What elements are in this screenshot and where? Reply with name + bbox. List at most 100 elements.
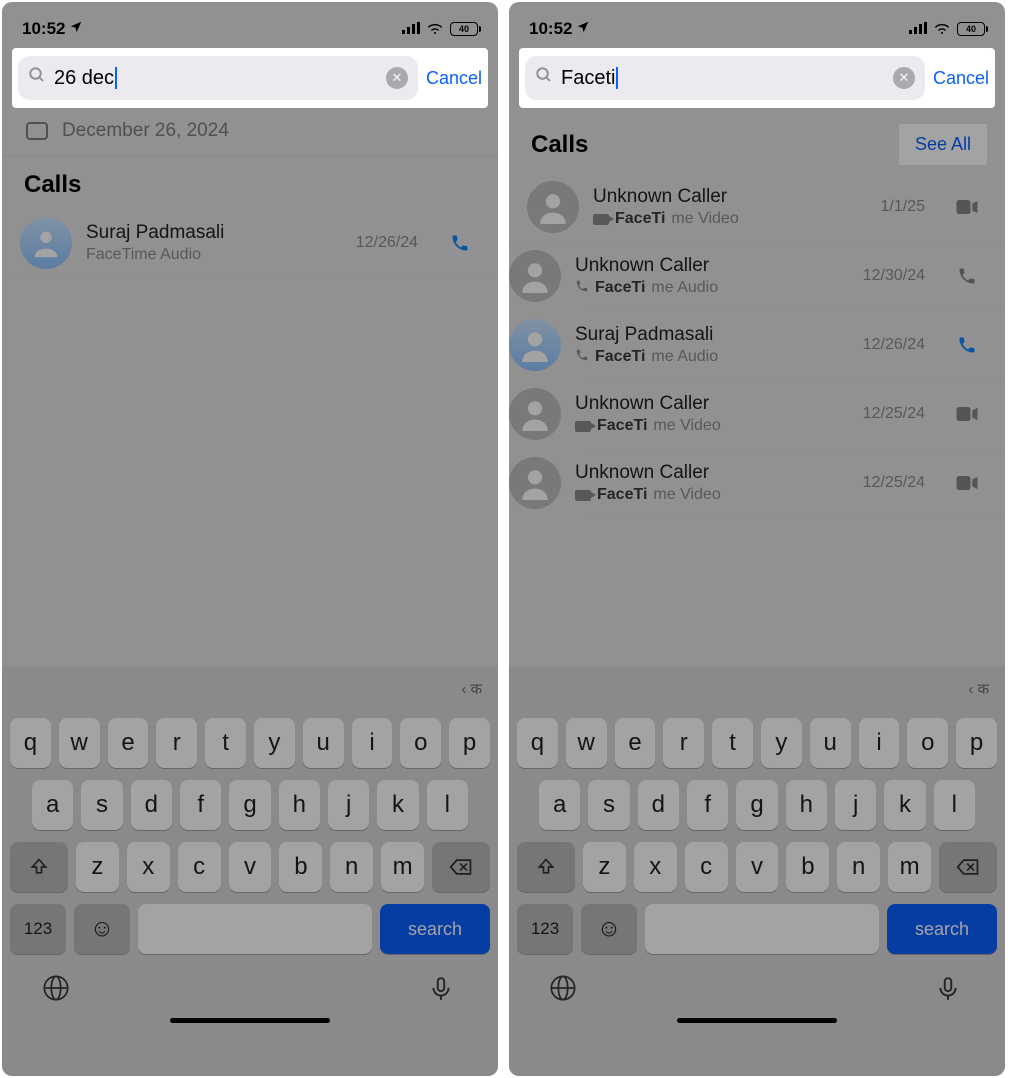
- key-w[interactable]: w: [566, 718, 607, 768]
- key-x[interactable]: x: [634, 842, 677, 892]
- key-f[interactable]: f: [180, 780, 221, 830]
- search-input[interactable]: 26 dec: [54, 67, 378, 90]
- key-x[interactable]: x: [127, 842, 170, 892]
- mic-icon[interactable]: [428, 974, 458, 1004]
- key-g[interactable]: g: [229, 780, 270, 830]
- key-e[interactable]: e: [108, 718, 149, 768]
- key-c[interactable]: c: [685, 842, 728, 892]
- key-w[interactable]: w: [59, 718, 100, 768]
- search-input[interactable]: Faceti: [561, 67, 885, 90]
- key-p[interactable]: p: [449, 718, 490, 768]
- call-action-phone[interactable]: [438, 221, 482, 265]
- numbers-key[interactable]: 123: [10, 904, 66, 954]
- key-u[interactable]: u: [303, 718, 344, 768]
- key-i[interactable]: i: [352, 718, 393, 768]
- numbers-key[interactable]: 123: [517, 904, 573, 954]
- key-o[interactable]: o: [400, 718, 441, 768]
- call-row[interactable]: Unknown CallerFaceTime Video1/1/25: [509, 173, 1005, 242]
- call-row[interactable]: Suraj Padmasali>FaceTime Audio12/26/24: [585, 311, 1005, 380]
- key-u[interactable]: u: [810, 718, 851, 768]
- call-row[interactable]: Unknown CallerFaceTime Video12/25/24: [585, 449, 1005, 518]
- key-y[interactable]: y: [254, 718, 295, 768]
- shift-key[interactable]: [10, 842, 68, 892]
- keyboard-hint[interactable]: ‹ क: [509, 666, 1005, 712]
- key-z[interactable]: z: [76, 842, 119, 892]
- home-indicator[interactable]: [170, 1018, 330, 1023]
- key-t[interactable]: t: [712, 718, 753, 768]
- key-q[interactable]: q: [517, 718, 558, 768]
- key-g[interactable]: g: [736, 780, 777, 830]
- key-f[interactable]: f: [687, 780, 728, 830]
- search-key[interactable]: search: [887, 904, 997, 954]
- date-suggestion-row[interactable]: December 26, 2024: [2, 110, 498, 157]
- call-action-video[interactable]: [945, 185, 989, 229]
- search-input-container[interactable]: 26 dec ✕: [18, 56, 418, 100]
- key-p[interactable]: p: [956, 718, 997, 768]
- call-row[interactable]: Suraj Padmasali FaceTime Audio 12/26/24: [2, 207, 498, 280]
- call-date: 12/25/24: [863, 405, 925, 423]
- calls-title: Calls: [531, 131, 588, 159]
- key-a[interactable]: a: [539, 780, 580, 830]
- key-e[interactable]: e: [615, 718, 656, 768]
- backspace-key[interactable]: [432, 842, 490, 892]
- key-q[interactable]: q: [10, 718, 51, 768]
- key-b[interactable]: b: [786, 842, 829, 892]
- clear-search-icon[interactable]: ✕: [386, 67, 408, 89]
- space-key[interactable]: [138, 904, 372, 954]
- call-row[interactable]: Unknown Caller>FaceTime Audio12/30/24: [585, 242, 1005, 311]
- key-s[interactable]: s: [81, 780, 122, 830]
- key-m[interactable]: m: [888, 842, 931, 892]
- see-all-button[interactable]: See All: [899, 124, 987, 165]
- key-d[interactable]: d: [131, 780, 172, 830]
- key-l[interactable]: l: [427, 780, 468, 830]
- call-action-video[interactable]: [945, 392, 989, 436]
- key-h[interactable]: h: [786, 780, 827, 830]
- key-k[interactable]: k: [377, 780, 418, 830]
- mic-icon[interactable]: [935, 974, 965, 1004]
- home-indicator[interactable]: [677, 1018, 837, 1023]
- key-i[interactable]: i: [859, 718, 900, 768]
- call-action-phone[interactable]: [945, 323, 989, 367]
- key-r[interactable]: r: [663, 718, 704, 768]
- call-date: 12/26/24: [356, 234, 418, 252]
- space-key[interactable]: [645, 904, 879, 954]
- call-action-phone[interactable]: [945, 254, 989, 298]
- key-d[interactable]: d: [638, 780, 679, 830]
- calls-header: Calls See All: [509, 110, 1005, 173]
- key-v[interactable]: v: [736, 842, 779, 892]
- cancel-button[interactable]: Cancel: [933, 68, 989, 89]
- location-icon: [69, 19, 83, 39]
- globe-icon[interactable]: [42, 974, 72, 1004]
- globe-icon[interactable]: [549, 974, 579, 1004]
- cancel-button[interactable]: Cancel: [426, 68, 482, 89]
- shift-key[interactable]: [517, 842, 575, 892]
- keyboard-hint[interactable]: ‹ क: [2, 666, 498, 712]
- key-s[interactable]: s: [588, 780, 629, 830]
- key-n[interactable]: n: [837, 842, 880, 892]
- clear-search-icon[interactable]: ✕: [893, 67, 915, 89]
- key-l[interactable]: l: [934, 780, 975, 830]
- key-o[interactable]: o: [907, 718, 948, 768]
- key-t[interactable]: t: [205, 718, 246, 768]
- emoji-key[interactable]: ☺: [74, 904, 130, 954]
- call-row[interactable]: Unknown CallerFaceTime Video12/25/24: [585, 380, 1005, 449]
- key-v[interactable]: v: [229, 842, 272, 892]
- key-c[interactable]: c: [178, 842, 221, 892]
- key-h[interactable]: h: [279, 780, 320, 830]
- key-z[interactable]: z: [583, 842, 626, 892]
- search-key[interactable]: search: [380, 904, 490, 954]
- call-action-video[interactable]: [945, 461, 989, 505]
- key-j[interactable]: j: [835, 780, 876, 830]
- status-time: 10:52: [529, 19, 572, 39]
- key-m[interactable]: m: [381, 842, 424, 892]
- key-r[interactable]: r: [156, 718, 197, 768]
- key-n[interactable]: n: [330, 842, 373, 892]
- search-input-container[interactable]: Faceti ✕: [525, 56, 925, 100]
- key-j[interactable]: j: [328, 780, 369, 830]
- key-k[interactable]: k: [884, 780, 925, 830]
- key-y[interactable]: y: [761, 718, 802, 768]
- emoji-key[interactable]: ☺: [581, 904, 637, 954]
- key-a[interactable]: a: [32, 780, 73, 830]
- key-b[interactable]: b: [279, 842, 322, 892]
- backspace-key[interactable]: [939, 842, 997, 892]
